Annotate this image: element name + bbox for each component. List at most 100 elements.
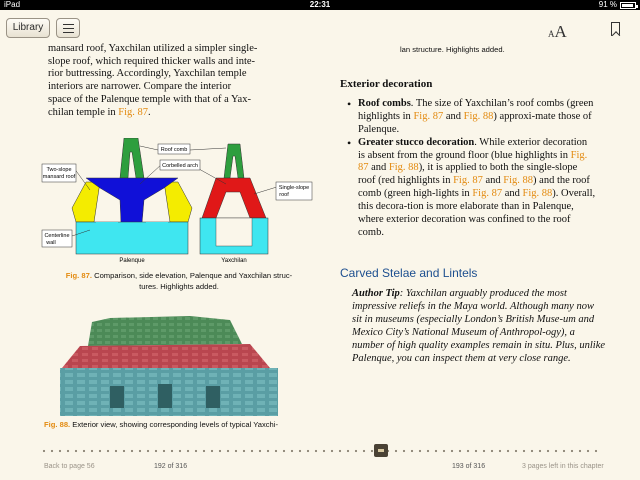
bookmark-icon[interactable] bbox=[611, 22, 620, 36]
right-page-text: Exterior decoration Roof combs. The size… bbox=[340, 78, 596, 240]
scrubber-dot bbox=[122, 449, 126, 453]
pages-left-label: 3 pages left in this chapter bbox=[522, 463, 604, 470]
scrubber-dot bbox=[114, 449, 118, 453]
scrubber-dot bbox=[586, 449, 590, 453]
toolbar: Library AA bbox=[0, 10, 640, 42]
scrubber-handle-icon[interactable] bbox=[374, 444, 388, 457]
scrubber-dot bbox=[74, 449, 78, 453]
scrubber-dot bbox=[242, 449, 246, 453]
exterior-decoration-heading: Exterior decoration bbox=[340, 78, 433, 90]
page-scrubber[interactable] bbox=[42, 448, 602, 454]
scrubber-dot bbox=[154, 449, 158, 453]
battery-status: 91 % bbox=[598, 0, 638, 10]
author-tip-label: Author Tip bbox=[352, 288, 400, 299]
caption-continuation: lan structure. Highlights added. bbox=[400, 45, 505, 54]
body-line: slope roof, which required thicker walls… bbox=[48, 55, 256, 67]
body-line: interiors are narrower. Compare the inte… bbox=[48, 81, 232, 93]
library-button[interactable]: Library bbox=[6, 18, 50, 38]
scrubber-dot bbox=[474, 449, 478, 453]
scrubber-dot bbox=[186, 449, 190, 453]
clock: 22:31 bbox=[309, 0, 331, 9]
scrubber-dot bbox=[450, 449, 454, 453]
scrubber-dot bbox=[434, 449, 438, 453]
body-line: chilan temple in Fig. 87. bbox=[48, 106, 151, 118]
scrubber-dot bbox=[322, 449, 326, 453]
scrubber-dot bbox=[282, 449, 286, 453]
battery-percent: 91 % bbox=[598, 0, 617, 9]
scrubber-dot bbox=[514, 449, 518, 453]
table-of-contents-button[interactable] bbox=[56, 18, 80, 38]
scrubber-dot bbox=[530, 449, 534, 453]
scrubber-dot bbox=[66, 449, 70, 453]
fig-87-link[interactable]: Fig. 87 bbox=[413, 111, 443, 122]
palenque-structure bbox=[71, 138, 193, 255]
scrubber-dot bbox=[410, 449, 414, 453]
scrubber-dot bbox=[226, 449, 230, 453]
fig-87-link[interactable]: Fig. 87 bbox=[118, 107, 148, 118]
scrubber-dot bbox=[106, 449, 110, 453]
label-wall: wall bbox=[45, 240, 55, 246]
yaxchilan-structure bbox=[199, 143, 269, 255]
scrubber-dot bbox=[194, 449, 198, 453]
figure-88-caption: Fig. 88. Exterior view, showing correspo… bbox=[44, 420, 278, 429]
scrubber-dot bbox=[458, 449, 462, 453]
list-item-stucco-decoration: Greater stucco decoration. While exterio… bbox=[347, 137, 596, 240]
scrubber-dot bbox=[442, 449, 446, 453]
left-page-number: 192 of 316 bbox=[154, 463, 188, 470]
body-line: mansard roof, Yaxchilan utilized a simpl… bbox=[48, 43, 258, 54]
label-roof: roof bbox=[279, 192, 289, 198]
decoration-list: Roof combs. The size of Yaxchilan’s roof… bbox=[340, 98, 596, 240]
scrubber-dot bbox=[418, 449, 422, 453]
section-heading: Carved Stelae and Lintels bbox=[340, 266, 478, 280]
font-size-button[interactable]: AA bbox=[548, 22, 567, 42]
label-mansard-roof: mansard roof bbox=[43, 174, 76, 180]
scrubber-dot bbox=[130, 449, 134, 453]
label-two-slope: Two-slope bbox=[46, 167, 71, 173]
figure-87-diagram[interactable]: Roof comb Corbelled arch Two-slope mansa… bbox=[40, 138, 316, 266]
fig-87-link[interactable]: Fig. 87 bbox=[453, 175, 483, 186]
scrubber-dot bbox=[338, 449, 342, 453]
fig-87-link[interactable]: Fig. 87 bbox=[472, 188, 502, 199]
body-line: rior buttressing. Accordingly, Yaxchilan… bbox=[48, 68, 247, 80]
body-line: space of the Palenque temple with that o… bbox=[48, 93, 251, 105]
scrubber-dot bbox=[98, 449, 102, 453]
scrubber-dot bbox=[330, 449, 334, 453]
list-icon bbox=[63, 24, 74, 33]
right-page-number: 193 of 316 bbox=[452, 463, 486, 470]
fig-88-link[interactable]: Fig. 88 bbox=[464, 111, 494, 122]
scrubber-dot bbox=[210, 449, 214, 453]
figure-87-number: Fig. 87. bbox=[65, 271, 92, 280]
battery-icon bbox=[620, 1, 638, 9]
fig-88-link[interactable]: Fig. 88 bbox=[389, 162, 419, 173]
scrubber-dot bbox=[178, 449, 182, 453]
scrubber-dot bbox=[538, 449, 542, 453]
scrubber-dot bbox=[82, 449, 86, 453]
figure-88-photo[interactable] bbox=[40, 316, 290, 416]
scrubber-dot bbox=[162, 449, 166, 453]
scrubber-dot bbox=[306, 449, 310, 453]
label-roof-comb: Roof comb bbox=[161, 147, 188, 153]
scrubber-dot bbox=[290, 449, 294, 453]
scrubber-dot bbox=[218, 449, 222, 453]
scrubber-dot bbox=[354, 449, 358, 453]
scrubber-dot bbox=[594, 449, 598, 453]
scrubber-dot bbox=[90, 449, 94, 453]
scrubber-dot bbox=[546, 449, 550, 453]
scrubber-dot bbox=[370, 449, 374, 453]
scrubber-dot bbox=[498, 449, 502, 453]
scrubber-dot bbox=[42, 449, 46, 453]
scrubber-dot bbox=[258, 449, 262, 453]
fig-88-link[interactable]: Fig. 88 bbox=[503, 175, 533, 186]
scrubber-dot bbox=[202, 449, 206, 453]
label-palenque: Palenque bbox=[119, 258, 145, 264]
scrubber-dot bbox=[298, 449, 302, 453]
scrubber-dot bbox=[426, 449, 430, 453]
scrubber-dot bbox=[274, 449, 278, 453]
scrubber-dot bbox=[522, 449, 526, 453]
fig-88-link[interactable]: Fig. 88 bbox=[523, 188, 553, 199]
scrubber-dot bbox=[562, 449, 566, 453]
label-centerline: Centerline bbox=[44, 233, 69, 239]
label-single-slope: Single-slope bbox=[279, 185, 309, 191]
scrubber-dot bbox=[314, 449, 318, 453]
back-to-page-link[interactable]: Back to page 56 bbox=[44, 463, 95, 470]
